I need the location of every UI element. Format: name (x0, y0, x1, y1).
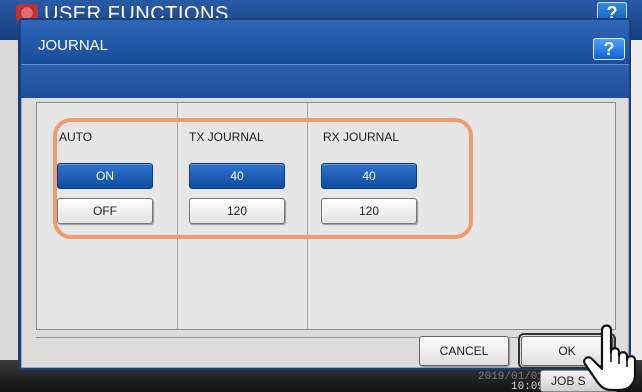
cancel-button[interactable]: CANCEL (419, 336, 509, 366)
pointing-hand-icon (583, 324, 637, 392)
clock-date: 2019/01/01 (478, 371, 545, 383)
clock-time: 10:09 (511, 381, 545, 392)
auto-label: AUTO (59, 130, 93, 144)
background-left-strip (0, 40, 18, 360)
journal-settings-panel: AUTO ON OFF TX JOURNAL 40 120 RX JOURNAL… (36, 102, 616, 330)
rx-journal-label: RX JOURNAL (323, 130, 400, 144)
dialog-title: JOURNAL (38, 37, 109, 54)
rx-journal-40-button[interactable]: 40 (321, 163, 417, 189)
dialog-sub-bar (21, 64, 629, 98)
dialog-title-bar (21, 20, 629, 64)
dialog-help-button[interactable]: ? (593, 38, 625, 60)
tx-journal-40-button[interactable]: 40 (189, 163, 285, 189)
tx-journal-120-button[interactable]: 120 (189, 198, 285, 224)
auto-on-button[interactable]: ON (57, 163, 153, 189)
rx-journal-120-button[interactable]: 120 (321, 198, 417, 224)
tx-journal-label: TX JOURNAL (189, 130, 264, 144)
auto-off-button[interactable]: OFF (57, 198, 153, 224)
journal-dialog: JOURNAL ? AUTO ON OFF TX JOURNAL 40 120 … (19, 18, 631, 370)
clock: 2019/01/01 10:09 (478, 372, 544, 392)
column-divider (177, 103, 178, 329)
column-divider (307, 103, 308, 329)
background-right-strip (630, 40, 642, 360)
